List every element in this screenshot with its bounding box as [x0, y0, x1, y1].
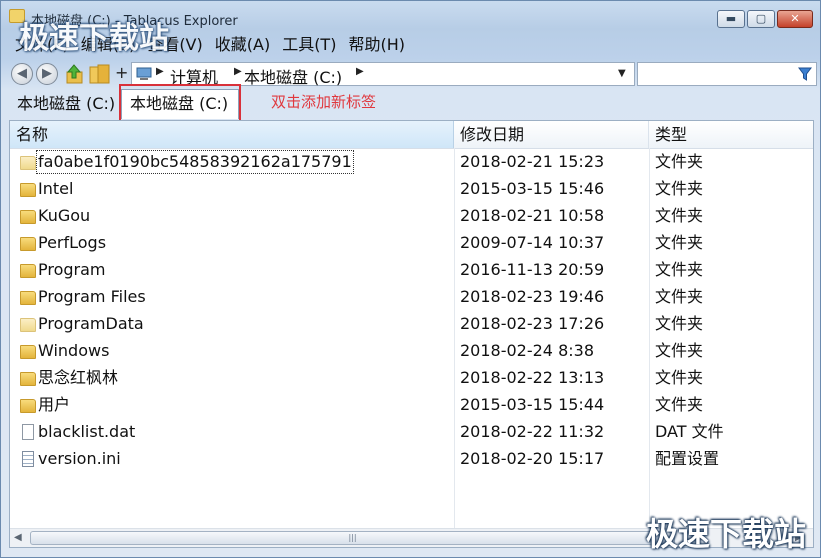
table-row[interactable]: version.ini 2018-02-20 15:17 配置设置	[10, 446, 813, 473]
new-tab-plus[interactable]: +	[115, 63, 128, 82]
file-modified: 2018-02-21 10:58	[460, 206, 605, 225]
file-modified: 2015-03-15 15:46	[460, 179, 605, 198]
table-row[interactable]: 思念红枫林 2018-02-22 13:13 文件夹	[10, 365, 813, 392]
file-type: 文件夹	[655, 314, 704, 333]
tab-bar: 本地磁盘 (C:) 本地磁盘 (C:)	[9, 87, 819, 119]
file-modified: 2009-07-14 10:37	[460, 233, 605, 252]
tab-local-disk-1[interactable]: 本地磁盘 (C:)	[9, 91, 117, 119]
file-type: DAT 文件	[655, 422, 724, 441]
forward-button[interactable]: ▶	[36, 63, 58, 85]
file-modified: 2016-11-13 20:59	[460, 260, 605, 279]
table-row[interactable]: PerfLogs 2009-07-14 10:37 文件夹	[10, 230, 813, 257]
search-input[interactable]	[637, 62, 817, 86]
back-button[interactable]: ◀	[11, 63, 33, 85]
forward-arrow-icon: ▶	[42, 66, 52, 81]
explorer-window: 本地磁盘 (C:) - Tablacus Explorer ▬ ▢ ✕ 文件(F…	[0, 0, 821, 558]
back-arrow-icon: ◀	[17, 66, 27, 81]
table-row[interactable]: Intel 2015-03-15 15:46 文件夹	[10, 176, 813, 203]
file-type: 文件夹	[655, 260, 704, 279]
file-name: Program	[38, 260, 106, 279]
folder-icon	[20, 210, 36, 224]
file-name: fa0abe1f0190bc54858392162a175791	[36, 150, 354, 174]
file-modified: 2018-02-24 8:38	[460, 341, 594, 360]
column-name[interactable]: 名称	[10, 121, 454, 148]
menu-help[interactable]: 帮助(H)	[342, 33, 411, 57]
file-type: 文件夹	[655, 287, 704, 306]
file-modified: 2018-02-21 15:23	[460, 152, 605, 171]
minimize-button[interactable]: ▬	[717, 10, 745, 28]
column-header: 名称 修改日期 类型	[10, 121, 813, 149]
file-modified: 2018-02-20 15:17	[460, 449, 605, 468]
file-type: 配置设置	[655, 449, 720, 468]
table-row[interactable]: Program Files 2018-02-23 19:46 文件夹	[10, 284, 813, 311]
file-list[interactable]: 名称 修改日期 类型 fa0abe1f0190bc54858392162a175…	[9, 120, 814, 548]
address-bar[interactable]: ▶ 计算机 ▶ 本地磁盘 (C:) ▶ ▼	[131, 62, 635, 88]
document-icon	[22, 424, 34, 440]
watermark-bottom: 极速下载站	[646, 515, 807, 553]
file-type: 文件夹	[655, 152, 704, 171]
file-type: 文件夹	[655, 395, 704, 414]
computer-icon	[136, 67, 152, 80]
file-type: 文件夹	[655, 341, 704, 360]
scroll-left-icon[interactable]: ◀	[14, 532, 22, 543]
file-name: 思念红枫林	[38, 368, 119, 387]
folder-icon	[20, 291, 36, 305]
watermark-top: 极速下载站	[19, 21, 169, 56]
breadcrumb-computer[interactable]: 计算机	[170, 64, 218, 88]
folders-icon[interactable]	[88, 63, 112, 85]
file-modified: 2018-02-22 13:13	[460, 368, 605, 387]
table-row[interactable]: 用户 2015-03-15 15:44 文件夹	[10, 392, 813, 419]
folder-icon	[20, 237, 36, 251]
table-row[interactable]: blacklist.dat 2018-02-22 11:32 DAT 文件	[10, 419, 813, 446]
folder-icon	[20, 264, 36, 278]
menu-favorites[interactable]: 收藏(A)	[209, 33, 276, 57]
file-name: KuGou	[38, 206, 91, 225]
file-modified: 2018-02-23 19:46	[460, 287, 605, 306]
table-row[interactable]: ProgramData 2018-02-23 17:26 文件夹	[10, 311, 813, 338]
file-name: version.ini	[38, 449, 121, 468]
folder-icon	[20, 318, 36, 332]
settings-file-icon	[22, 451, 34, 467]
table-row[interactable]: KuGou 2018-02-21 10:58 文件夹	[10, 203, 813, 230]
file-name: Intel	[38, 179, 74, 198]
table-row[interactable]: Program 2016-11-13 20:59 文件夹	[10, 257, 813, 284]
file-modified: 2015-03-15 15:44	[460, 395, 605, 414]
breadcrumb-separator-icon[interactable]: ▶	[356, 66, 364, 77]
scroll-thumb[interactable]: |||	[30, 531, 675, 545]
folder-icon	[20, 372, 36, 386]
table-row[interactable]: Windows 2018-02-24 8:38 文件夹	[10, 338, 813, 365]
column-type[interactable]: 类型	[649, 121, 813, 148]
tab-local-disk-2-active[interactable]: 本地磁盘 (C:)	[121, 89, 239, 119]
column-modified[interactable]: 修改日期	[454, 121, 649, 148]
folder-icon	[20, 345, 36, 359]
file-type: 文件夹	[655, 206, 704, 225]
file-name: PerfLogs	[38, 233, 107, 252]
filter-funnel-icon[interactable]	[798, 67, 812, 81]
table-row[interactable]: fa0abe1f0190bc54858392162a175791 2018-02…	[10, 149, 813, 176]
file-name: 用户	[38, 395, 71, 414]
file-name: ProgramData	[38, 314, 144, 333]
address-dropdown-icon[interactable]: ▼	[618, 68, 626, 79]
close-button[interactable]: ✕	[777, 10, 813, 28]
navigation-bar: ◀ ▶ + ▶ 计算机 ▶ 本地磁盘 (C:) ▶ ▼	[9, 61, 819, 87]
up-folder-icon[interactable]	[64, 63, 84, 85]
file-name: Windows	[38, 341, 110, 360]
folder-icon	[20, 183, 36, 197]
file-modified: 2018-02-23 17:26	[460, 314, 605, 333]
menu-tools[interactable]: 工具(T)	[276, 33, 342, 57]
folder-icon	[20, 399, 36, 413]
folder-icon	[20, 156, 36, 170]
file-name: blacklist.dat	[38, 422, 136, 441]
breadcrumb-drive[interactable]: 本地磁盘 (C:)	[244, 64, 342, 88]
maximize-button[interactable]: ▢	[747, 10, 775, 28]
file-name: Program Files	[38, 287, 146, 306]
file-type: 文件夹	[655, 368, 704, 387]
file-type: 文件夹	[655, 233, 704, 252]
file-type: 文件夹	[655, 179, 704, 198]
tab-annotation: 双击添加新标签	[271, 93, 377, 111]
file-modified: 2018-02-22 11:32	[460, 422, 605, 441]
breadcrumb-separator-icon[interactable]: ▶	[156, 66, 164, 77]
breadcrumb-separator-icon[interactable]: ▶	[234, 66, 242, 77]
